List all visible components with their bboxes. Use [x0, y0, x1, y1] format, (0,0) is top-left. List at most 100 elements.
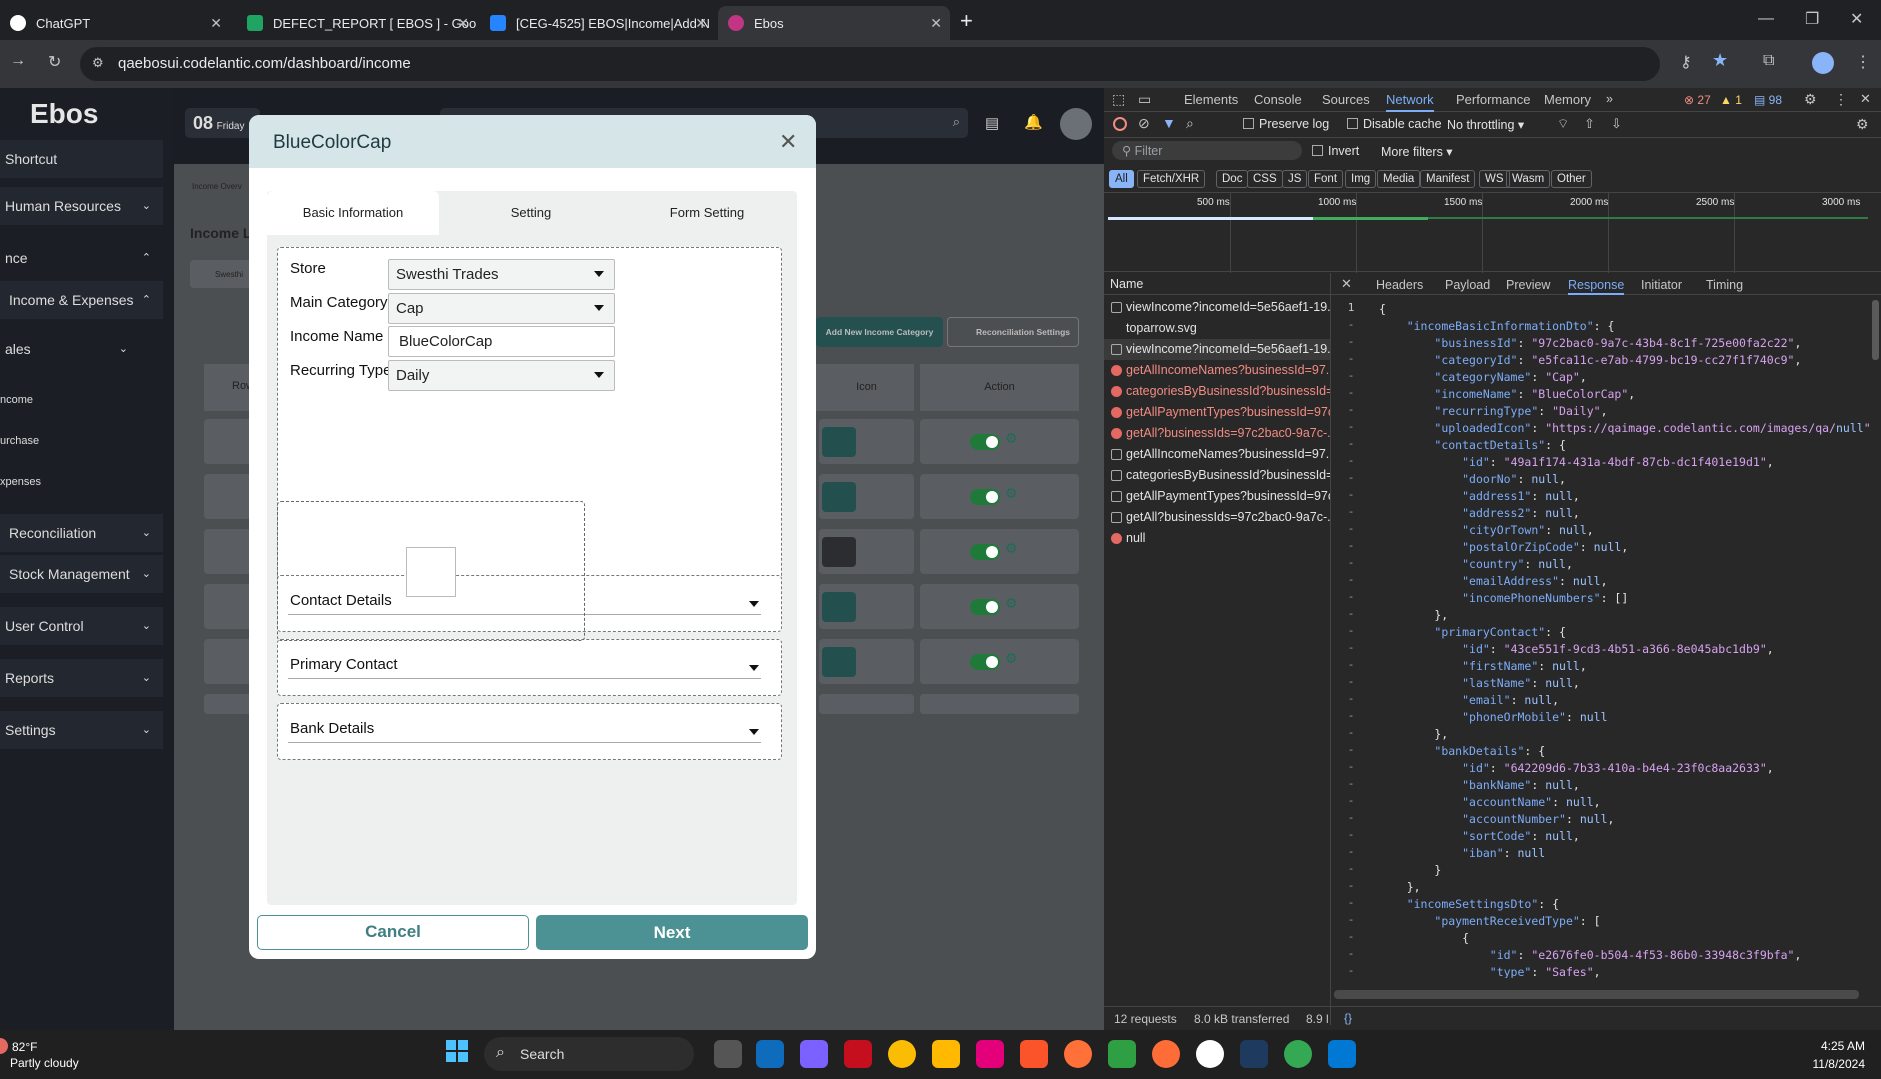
filter-chip-font[interactable]: Font: [1308, 170, 1344, 188]
filter-chip-doc[interactable]: Doc: [1216, 170, 1249, 188]
tab-basic-information[interactable]: Basic Information: [267, 191, 439, 235]
chrome-active-icon[interactable]: [1284, 1040, 1312, 1068]
filter-chip-media[interactable]: Media: [1377, 170, 1421, 188]
gear-icon[interactable]: ⚙: [1005, 650, 1018, 667]
bell-icon[interactable]: 🔔: [1024, 113, 1043, 131]
inspect-icon[interactable]: ⬚: [1112, 91, 1125, 108]
postman-icon[interactable]: [1152, 1040, 1180, 1068]
cancel-button[interactable]: Cancel: [257, 915, 529, 950]
throttling-select[interactable]: No throttling ▾: [1447, 117, 1524, 132]
pretty-print-icon[interactable]: {}: [1344, 1011, 1352, 1025]
sidebar-item-finance[interactable]: nce ⌃: [0, 239, 163, 277]
gear-icon[interactable]: ⚙: [1005, 540, 1018, 557]
response-viewer[interactable]: 1 --------------------------------------…: [1331, 298, 1876, 978]
bookmark-star-icon[interactable]: ★: [1712, 50, 1728, 71]
status-toggle[interactable]: [970, 489, 1000, 505]
more-menu-icon[interactable]: ⋮: [1855, 52, 1871, 72]
filter-chip-wasm[interactable]: Wasm: [1506, 170, 1551, 188]
status-toggle[interactable]: [970, 654, 1000, 670]
close-window-icon[interactable]: ✕: [1850, 9, 1863, 29]
filter-chip-fetch[interactable]: Fetch/XHR: [1137, 170, 1206, 188]
password-key-icon[interactable]: ⚷: [1680, 52, 1692, 72]
detail-tab-initiator[interactable]: Initiator: [1641, 273, 1682, 297]
taskbar-search[interactable]: ⌕ Search: [484, 1037, 694, 1071]
request-row[interactable]: toparrow.svg: [1104, 318, 1330, 339]
task-view-icon[interactable]: [714, 1040, 742, 1068]
vs-code-icon[interactable]: [1240, 1040, 1268, 1068]
more-filters-button[interactable]: More filters ▾: [1381, 144, 1453, 159]
next-button[interactable]: Next: [536, 915, 808, 950]
record-icon[interactable]: [1113, 117, 1127, 131]
sidebar-item-reconciliation[interactable]: Reconciliation ⌄: [0, 514, 163, 552]
income-name-input[interactable]: BlueColorCap: [388, 326, 615, 357]
filter-chip-js[interactable]: JS: [1282, 170, 1308, 188]
sidebar-item-shortcut[interactable]: Shortcut: [0, 140, 163, 178]
user-avatar[interactable]: [1060, 108, 1092, 140]
brave-icon[interactable]: [1020, 1040, 1048, 1068]
request-row[interactable]: getAllPaymentTypes?businessId=97c...: [1104, 402, 1330, 423]
icon-upload-zone[interactable]: [277, 501, 585, 641]
chat-icon[interactable]: ▤: [985, 114, 999, 132]
gear-icon[interactable]: ⚙: [1005, 485, 1018, 502]
new-tab-button[interactable]: +: [960, 8, 973, 34]
reload-icon[interactable]: ↻: [48, 52, 61, 72]
weather-desc[interactable]: Partly cloudy: [10, 1056, 79, 1070]
main-category-select[interactable]: Cap: [388, 293, 615, 324]
bank-details-accordion[interactable]: Bank Details: [277, 703, 782, 760]
request-row[interactable]: getAllPaymentTypes?businessId=97c...: [1104, 486, 1330, 507]
detail-tab-timing[interactable]: Timing: [1706, 273, 1743, 297]
terminal-icon[interactable]: [1108, 1040, 1136, 1068]
download-icon[interactable]: ⇩: [1611, 116, 1622, 132]
search-icon[interactable]: ⌕: [1186, 115, 1194, 132]
detail-tab-preview[interactable]: Preview: [1506, 273, 1550, 297]
gear-icon[interactable]: ⚙: [1005, 430, 1018, 447]
copilot-icon[interactable]: [800, 1040, 828, 1068]
extensions-icon[interactable]: ⧉: [1763, 52, 1774, 70]
close-devtools-icon[interactable]: ✕: [1860, 91, 1871, 107]
sidebar-item-human-resources[interactable]: Human Resources ⌄: [0, 187, 163, 225]
profile-avatar[interactable]: [1812, 52, 1834, 74]
request-row[interactable]: getAll?businessIds=97c2bac0-9a7c-...: [1104, 423, 1330, 444]
request-row[interactable]: viewIncome?incomeId=5e56aef1-19...: [1104, 297, 1330, 318]
close-tab-icon[interactable]: ✕: [695, 15, 707, 32]
invert-checkbox[interactable]: [1312, 145, 1323, 156]
filter-input[interactable]: ⚲ Filter: [1112, 141, 1302, 160]
status-toggle[interactable]: [970, 544, 1000, 560]
tab-defect-report[interactable]: DEFECT_REPORT [ EBOS ] - Goo ✕: [237, 6, 477, 40]
settings-gear-icon[interactable]: ⚙: [1804, 91, 1817, 108]
request-row[interactable]: getAll?businessIds=97c2bac0-9a7c-...: [1104, 507, 1330, 528]
tab-setting[interactable]: Setting: [443, 191, 619, 235]
breadcrumb[interactable]: Income Overv: [192, 182, 242, 191]
devtools-tab-memory[interactable]: Memory: [1544, 88, 1591, 112]
status-toggle[interactable]: [970, 434, 1000, 450]
devtools-tab-performance[interactable]: Performance: [1456, 88, 1530, 112]
sidebar-item-income-expenses[interactable]: Income & Expenses ⌃: [0, 281, 163, 319]
sidebar-item-user-control[interactable]: User Control ⌄: [0, 607, 163, 645]
upload-icon[interactable]: ⇧: [1584, 116, 1595, 132]
network-settings-icon[interactable]: ⚙: [1856, 116, 1869, 133]
chrome-icon[interactable]: [888, 1040, 916, 1068]
request-row[interactable]: getAllIncomeNames?businessId=97...: [1104, 444, 1330, 465]
sidebar-subitem-expenses[interactable]: xpenses: [0, 476, 41, 488]
file-explorer-icon[interactable]: [932, 1040, 960, 1068]
devtools-tab-network[interactable]: Network: [1386, 88, 1434, 112]
tab-chatgpt[interactable]: ChatGPT ✕: [0, 6, 230, 40]
devtools-tab-console[interactable]: Console: [1254, 88, 1302, 112]
firefox-icon[interactable]: [1064, 1040, 1092, 1068]
close-detail-icon[interactable]: ✕: [1341, 276, 1352, 292]
windows-start-icon[interactable]: [446, 1040, 468, 1062]
devtools-tab-elements[interactable]: Elements: [1184, 88, 1238, 112]
close-icon[interactable]: ✕: [779, 129, 797, 155]
more-tabs-icon[interactable]: »: [1606, 92, 1613, 106]
headset-app-icon[interactable]: [1196, 1040, 1224, 1068]
filter-chip-img[interactable]: Img: [1345, 170, 1377, 188]
sidebar-item-reports[interactable]: Reports ⌄: [0, 659, 163, 697]
device-toolbar-icon[interactable]: ▭: [1138, 91, 1151, 108]
filter-chip-css[interactable]: CSS: [1247, 170, 1283, 188]
sidebar-subitem-income[interactable]: ncome: [0, 394, 33, 406]
tab-jira[interactable]: [CEG-4525] EBOS|Income|Add N ✕: [480, 6, 715, 40]
close-tab-icon[interactable]: ✕: [457, 15, 469, 32]
request-row[interactable]: getAllIncomeNames?businessId=97...: [1104, 360, 1330, 381]
request-row[interactable]: null: [1104, 528, 1330, 549]
clear-icon[interactable]: ⊘: [1138, 115, 1150, 132]
